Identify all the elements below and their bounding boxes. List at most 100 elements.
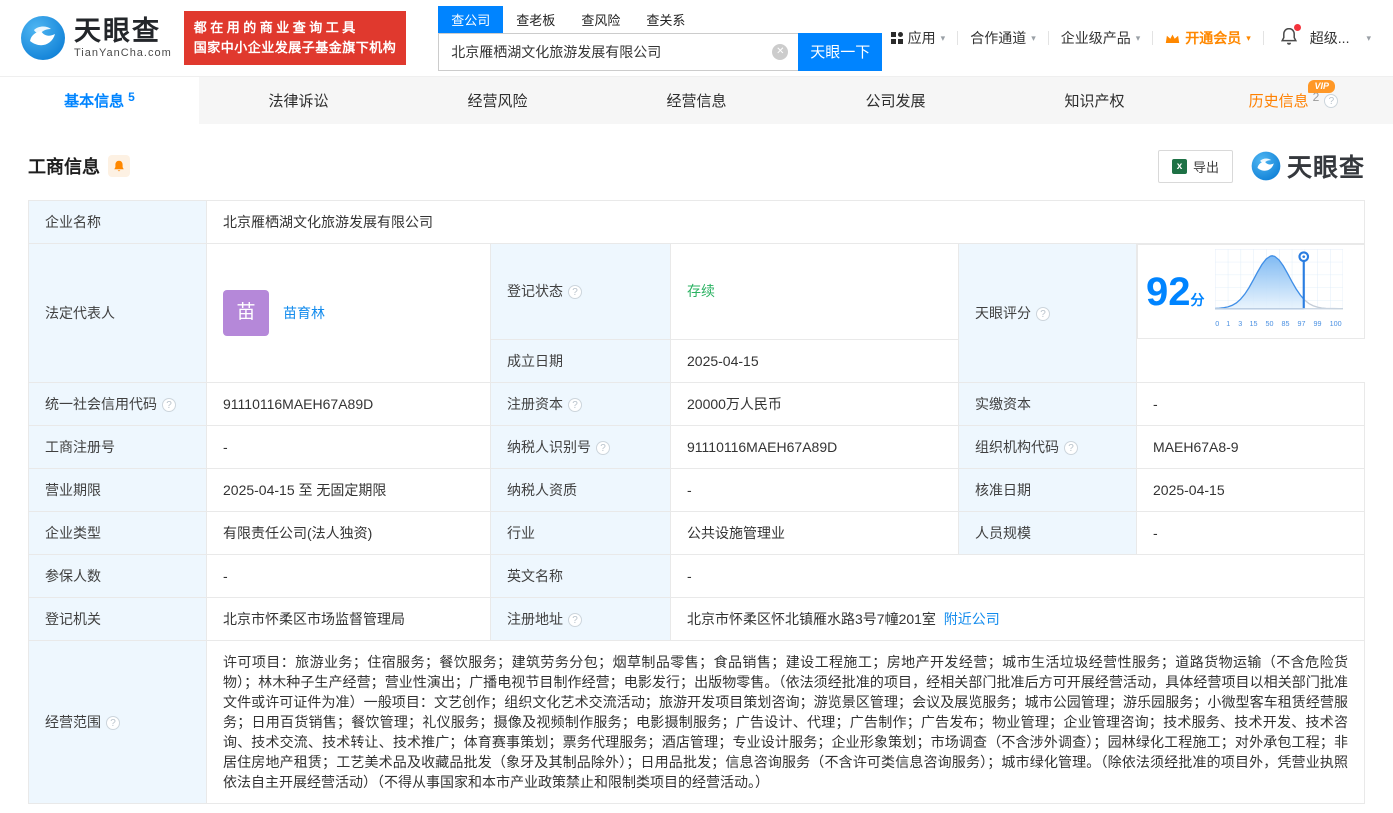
score-cell: 92分 (1137, 244, 1365, 339)
nearby-companies-link[interactable]: 附近公司 (944, 611, 1000, 627)
company-name-label: 企业名称 (29, 201, 207, 244)
industry-label: 行业 (491, 511, 671, 554)
legal-rep-avatar[interactable]: 苗 (223, 290, 269, 336)
tab-intellectual-property-label: 知识产权 (1064, 90, 1124, 111)
taxpayer-id-label: 纳税人识别号? (491, 425, 671, 468)
score-distribution-chart[interactable]: 0131550859799100 (1215, 249, 1343, 334)
legal-rep-link[interactable]: 苗育林 (283, 303, 325, 323)
taxpayer-id-value: 91110116MAEH67A89D (671, 425, 959, 468)
staff-size-value: - (1137, 511, 1365, 554)
search-tab-relation[interactable]: 查关系 (633, 6, 698, 33)
company-name-value: 北京雁栖湖文化旅游发展有限公司 (207, 201, 1365, 244)
vip-badge: VIP (1308, 80, 1335, 93)
industry-value: 公共设施管理业 (671, 511, 959, 554)
business-term-value: 2025-04-15 至 无固定期限 (207, 468, 491, 511)
nav-enterprise-products[interactable]: 企业级产品 ▾ (1061, 28, 1141, 48)
help-icon[interactable]: ? (1036, 307, 1050, 321)
nav-account-label: 超级... (1310, 28, 1350, 48)
reg-address-value: 北京市怀柔区怀北镇雁水路3号7幢201室 附近公司 (671, 597, 1365, 640)
english-name-value: - (671, 554, 1365, 597)
nav-divider (1263, 31, 1264, 45)
org-code-label: 组织机构代码? (959, 425, 1137, 468)
insured-count-value: - (207, 554, 491, 597)
promo-line1: 都在用的商业查询工具 (194, 18, 397, 38)
crown-icon (1165, 32, 1180, 44)
nav-account[interactable]: 超级... ▾ (1310, 28, 1371, 48)
table-row: 统一社会信用代码? 91110116MAEH67A89D 注册资本? 20000… (29, 382, 1365, 425)
notification-bell-icon[interactable] (1280, 27, 1298, 49)
clear-search-icon[interactable]: ✕ (772, 44, 788, 60)
tianyancha-logo-icon (20, 15, 66, 61)
brand-name: 天眼查 (74, 17, 172, 47)
tab-operating-info[interactable]: 经营信息 (597, 77, 796, 124)
paid-capital-value: - (1137, 382, 1365, 425)
establish-date-value: 2025-04-15 (671, 339, 959, 382)
excel-icon: x (1172, 159, 1187, 174)
help-icon[interactable]: ? (568, 398, 582, 412)
nav-divider (1048, 31, 1049, 45)
help-icon[interactable]: ? (1064, 441, 1078, 455)
search-area: 查公司 查老板 查风险 查关系 ✕ 天眼一下 (438, 6, 882, 71)
search-input[interactable] (438, 33, 798, 71)
chevron-down-icon: ▾ (1136, 33, 1141, 44)
legal-rep-label: 法定代表人 (29, 244, 207, 383)
reg-authority-label: 登记机关 (29, 597, 207, 640)
search-tab-company[interactable]: 查公司 (438, 6, 503, 33)
help-icon[interactable]: ? (568, 613, 582, 627)
watermark-logo: 天眼查 (1251, 148, 1365, 184)
apps-grid-icon (891, 32, 903, 44)
tab-history-info[interactable]: 历史信息 2 ? VIP (1194, 77, 1393, 124)
business-scope-value: 许可项目：旅游业务；住宿服务；餐饮服务；建筑劳务分包；烟草制品零售；食品销售；建… (207, 640, 1365, 803)
table-row: 工商注册号 - 纳税人识别号? 91110116MAEH67A89D 组织机构代… (29, 425, 1365, 468)
tab-legal[interactable]: 法律诉讼 (199, 77, 398, 124)
taxpayer-qualify-value: - (671, 468, 959, 511)
tab-intellectual-property[interactable]: 知识产权 (995, 77, 1194, 124)
tab-operating-risk-label: 经营风险 (467, 90, 527, 111)
help-icon[interactable]: ? (106, 716, 120, 730)
nav-enterprise-label: 企业级产品 (1061, 28, 1131, 48)
search-tab-risk[interactable]: 查风险 (568, 6, 633, 33)
org-code-value: MAEH67A8-9 (1137, 425, 1365, 468)
search-tab-boss[interactable]: 查老板 (503, 6, 568, 33)
staff-size-label: 人员规模 (959, 511, 1137, 554)
reg-address-label: 注册地址? (491, 597, 671, 640)
business-info-table: 企业名称 北京雁栖湖文化旅游发展有限公司 法定代表人 苗 苗育林 登记状态? 存… (28, 200, 1365, 804)
nav-cooperation-label: 合作通道 (970, 28, 1026, 48)
company-type-value: 有限责任公司(法人独资) (207, 511, 491, 554)
tab-operating-risk[interactable]: 经营风险 (398, 77, 597, 124)
tab-operating-info-label: 经营信息 (666, 90, 726, 111)
score-label: 天眼评分? (959, 244, 1137, 383)
tab-basic-info[interactable]: 基本信息 5 (0, 77, 199, 124)
tab-basic-info-label: 基本信息 (64, 90, 124, 111)
tianyancha-logo[interactable]: 天眼查 TianYanCha.com (20, 15, 172, 61)
credit-code-value: 91110116MAEH67A89D (207, 382, 491, 425)
help-icon[interactable]: ? (568, 285, 582, 299)
nav-apps-label: 应用 (908, 28, 936, 48)
search-button[interactable]: 天眼一下 (798, 33, 882, 71)
help-icon[interactable]: ? (162, 398, 176, 412)
credit-code-label: 统一社会信用代码? (29, 382, 207, 425)
export-button[interactable]: x 导出 (1158, 150, 1233, 183)
table-row: 企业名称 北京雁栖湖文化旅游发展有限公司 (29, 201, 1365, 244)
reg-number-label: 工商注册号 (29, 425, 207, 468)
company-type-label: 企业类型 (29, 511, 207, 554)
tab-company-development[interactable]: 公司发展 (796, 77, 995, 124)
monitor-bell-icon[interactable] (108, 155, 130, 177)
help-icon[interactable]: ? (596, 441, 610, 455)
watermark-text: 天眼查 (1287, 148, 1365, 184)
brand-domain: TianYanCha.com (74, 47, 172, 59)
nav-apps[interactable]: 应用 ▾ (891, 28, 946, 48)
score-value: 92 (1146, 270, 1191, 314)
top-header: 天眼查 TianYanCha.com 都在用的商业查询工具 国家中小企业发展子基… (0, 0, 1393, 76)
promo-line2: 国家中小企业发展子基金旗下机构 (194, 38, 397, 58)
nav-cooperation[interactable]: 合作通道 ▾ (970, 28, 1036, 48)
reg-capital-label: 注册资本? (491, 382, 671, 425)
tab-history-info-label: 历史信息 (1249, 90, 1309, 111)
table-row: 经营范围? 许可项目：旅游业务；住宿服务；餐饮服务；建筑劳务分包；烟草制品零售；… (29, 640, 1365, 803)
chevron-down-icon: ▾ (1246, 33, 1251, 44)
nav-open-vip-label: 开通会员 (1185, 28, 1241, 48)
nav-open-vip[interactable]: 开通会员 ▾ (1165, 28, 1251, 48)
tianyancha-watermark-icon (1251, 151, 1281, 181)
help-icon[interactable]: ? (1324, 94, 1338, 108)
reg-authority-value: 北京市怀柔区市场监督管理局 (207, 597, 491, 640)
